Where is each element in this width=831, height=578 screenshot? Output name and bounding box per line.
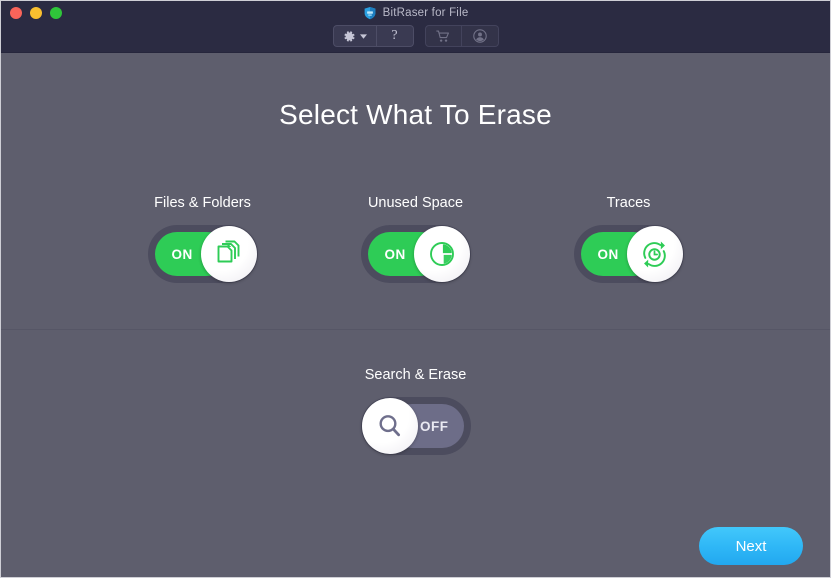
app-title: BitRaser for File	[382, 6, 469, 19]
toggle-knob	[200, 226, 257, 282]
question-mark-icon: ?	[391, 28, 398, 43]
toolbar: ?	[1, 25, 830, 47]
account-button[interactable]	[461, 25, 499, 47]
shopping-cart-icon	[436, 30, 450, 43]
app-window: BitRaser for File ? Select What To Erase…	[0, 0, 831, 578]
option-search-and-erase: Search & Erase OFF	[360, 367, 471, 455]
cart-button[interactable]	[424, 25, 462, 47]
option-label: Search & Erase	[364, 367, 467, 383]
toggle-files-and-folders[interactable]: ON	[147, 225, 258, 283]
option-label: Traces	[606, 195, 651, 211]
toggle-row-primary: Files & Folders ON Unused Space ON Trace…	[1, 195, 830, 283]
option-label: Files & Folders	[154, 195, 251, 211]
section-divider	[1, 329, 830, 330]
next-button[interactable]: Next	[699, 527, 803, 565]
option-unused-space: Unused Space ON	[360, 195, 471, 283]
toolbar-group-secondary	[424, 25, 499, 47]
toggle-state-label: ON	[171, 246, 193, 262]
magnifier-search-icon	[375, 411, 405, 441]
toggle-knob	[413, 226, 470, 282]
documents-stack-icon	[214, 239, 244, 269]
main-content: Select What To Erase Files & Folders ON	[1, 53, 830, 577]
option-files-and-folders: Files & Folders ON	[147, 195, 258, 283]
toggle-row-secondary: Search & Erase OFF	[1, 367, 830, 455]
settings-button[interactable]	[332, 25, 377, 47]
history-clock-icon	[639, 239, 670, 270]
option-label: Unused Space	[367, 195, 464, 211]
toggle-search-and-erase[interactable]: OFF	[360, 397, 471, 455]
option-traces: Traces ON	[573, 195, 684, 283]
toolbar-group-primary: ?	[332, 25, 414, 47]
page-title: Select What To Erase	[279, 99, 552, 130]
toggle-knob	[626, 226, 683, 282]
gear-icon	[343, 30, 356, 43]
user-account-icon	[472, 29, 487, 43]
toggle-state-label: ON	[597, 246, 619, 262]
toggle-knob	[361, 398, 418, 454]
pie-chart-icon	[427, 239, 457, 269]
toggle-state-label: ON	[384, 246, 406, 262]
bitraser-shield-logo-icon	[363, 6, 377, 20]
toggle-traces[interactable]: ON	[573, 225, 684, 283]
title-row: BitRaser for File	[1, 4, 830, 21]
chevron-down-icon	[359, 33, 367, 39]
toggle-unused-space[interactable]: ON	[360, 225, 471, 283]
titlebar: BitRaser for File ?	[1, 1, 830, 53]
toggle-state-label: OFF	[420, 418, 449, 434]
help-button[interactable]: ?	[376, 25, 414, 47]
